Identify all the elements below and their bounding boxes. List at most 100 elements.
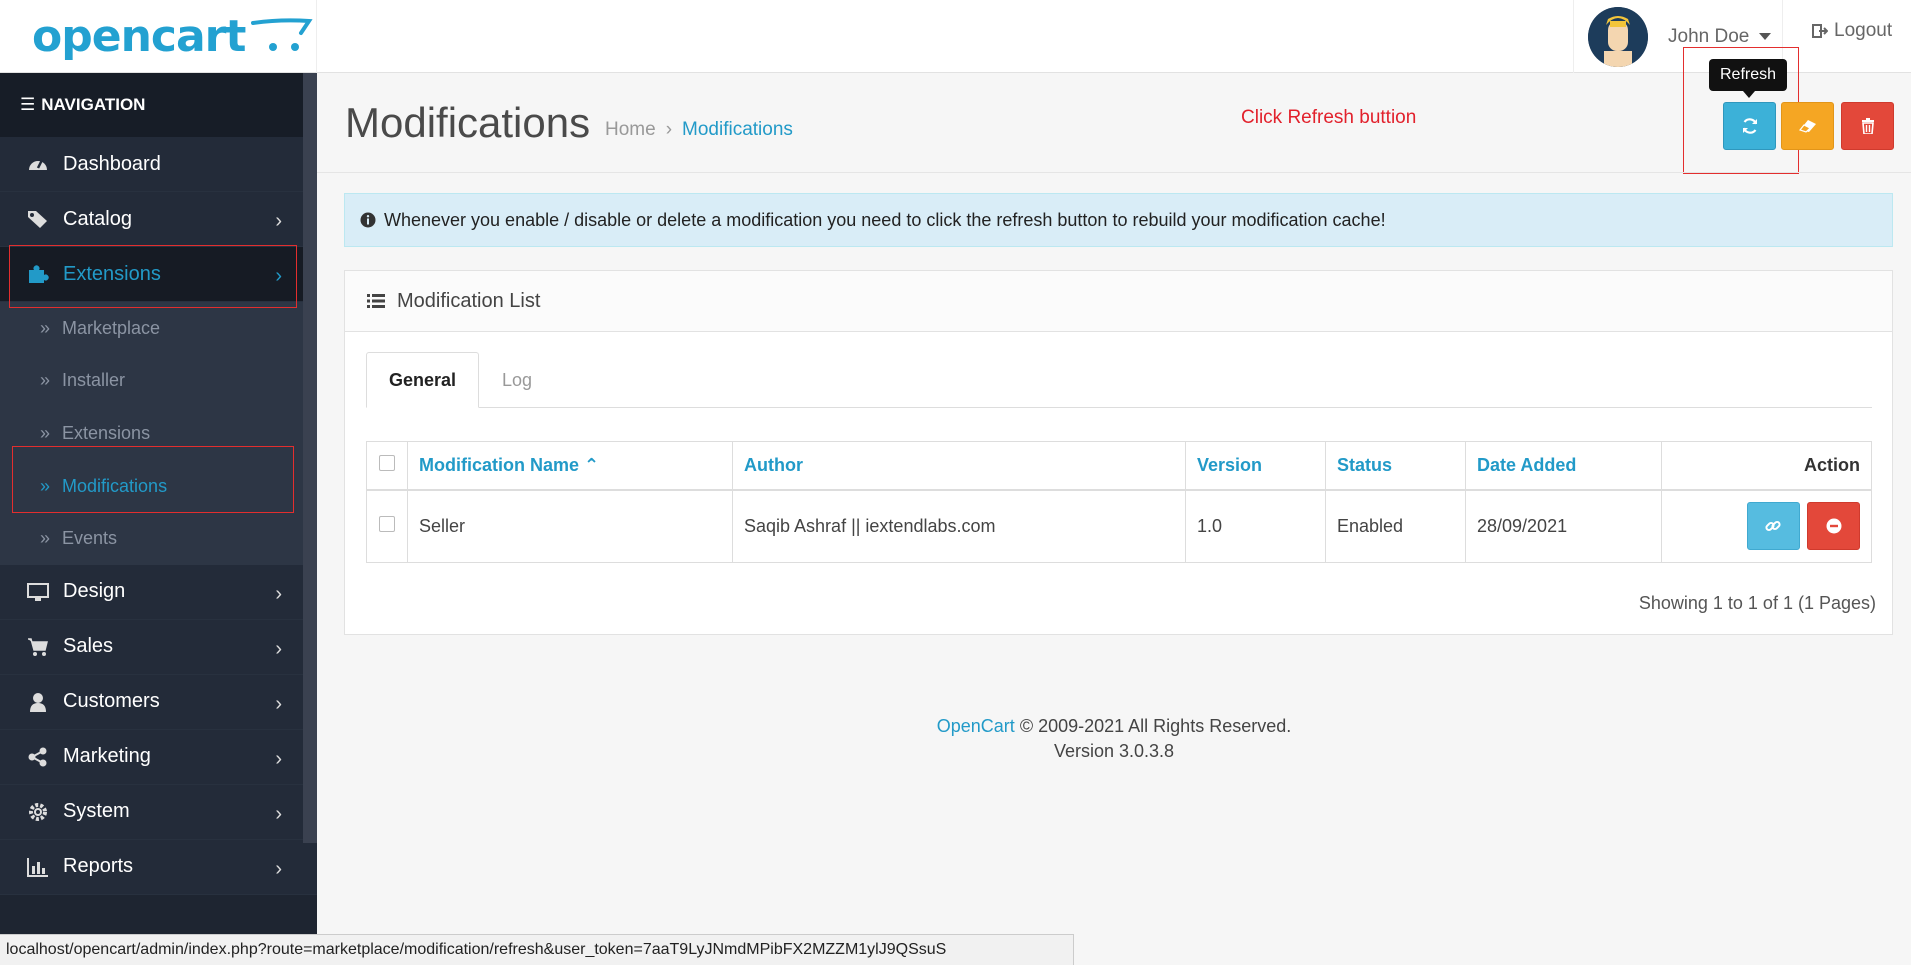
chevron-right-icon: › — [275, 802, 282, 825]
cell-status: Enabled — [1325, 489, 1466, 563]
user-icon — [25, 692, 51, 712]
link-button[interactable] — [1746, 502, 1800, 551]
footer-copyright: © 2009-2021 All Rights Reserved. — [1014, 716, 1292, 736]
row-checkbox[interactable] — [379, 515, 395, 532]
monitor-icon — [25, 582, 51, 602]
cell-version: 1.0 — [1185, 489, 1326, 563]
footer-version: Version 3.0.3.8 — [1053, 741, 1175, 761]
chevron-down-icon — [1759, 33, 1772, 40]
cell-action — [1661, 489, 1872, 563]
double-chevron-icon: » — [40, 370, 51, 391]
link-icon — [1765, 521, 1782, 532]
subitem-label: Marketplace — [62, 317, 161, 338]
page-header: Modifications Home › Modifications Click… — [317, 73, 1911, 173]
info-circle-icon — [360, 212, 376, 228]
avatar — [1588, 6, 1648, 67]
breadcrumb-current[interactable]: Modifications — [682, 119, 793, 141]
sidebar-item-sales[interactable]: Sales › — [0, 619, 317, 675]
info-alert: Whenever you enable / disable or delete … — [344, 193, 1893, 247]
sidebar-item-label: Dashboard — [63, 152, 161, 175]
table-header-row: Modification Name ⌃ Author Version Statu… — [366, 441, 1872, 491]
cell-author: Saqib Ashraf || iextendlabs.com — [732, 489, 1186, 563]
annotation-note: Click Refresh buttion — [1241, 107, 1417, 128]
footer-brand-link[interactable]: OpenCart — [937, 716, 1015, 736]
refresh-button[interactable] — [1723, 102, 1776, 150]
sidebar-subitem-marketplace[interactable]: » Marketplace — [0, 302, 317, 355]
sidebar-subitem-installer[interactable]: » Installer — [0, 355, 317, 408]
dashboard-icon — [25, 154, 51, 174]
sidebar-item-system[interactable]: System › — [0, 784, 317, 840]
browser-status-url: localhost/opencart/admin/index.php?route… — [0, 934, 1074, 965]
breadcrumb-home[interactable]: Home — [605, 119, 656, 141]
sidebar-item-design[interactable]: Design › — [0, 564, 317, 620]
logo[interactable]: opencart — [0, 0, 317, 73]
column-header-name[interactable]: Modification Name ⌃ — [407, 441, 733, 491]
share-icon — [25, 747, 51, 767]
chevron-right-icon: › — [275, 747, 282, 770]
sidebar-item-label: Marketing — [63, 745, 151, 768]
subitem-label: Installer — [62, 370, 126, 391]
sidebar-item-label: Catalog — [63, 207, 132, 230]
column-header-date[interactable]: Date Added — [1465, 441, 1662, 491]
tab-log[interactable]: Log — [479, 352, 555, 408]
cart-logo-icon — [251, 17, 313, 51]
refresh-tooltip: Refresh — [1709, 59, 1787, 91]
sidebar-item-catalog[interactable]: Catalog › — [0, 192, 317, 247]
delete-button[interactable] — [1841, 102, 1894, 150]
sort-up-icon: ⌃ — [584, 454, 600, 475]
sidebar-item-label: System — [63, 800, 130, 823]
highlight-extensions — [9, 245, 297, 308]
extensions-submenu: » Marketplace » Installer » Extensions » Mod… — [0, 302, 317, 565]
sidebar-item-marketing[interactable]: Marketing › — [0, 729, 317, 785]
alert-text: Whenever you enable / disable or delete … — [384, 209, 1386, 230]
tooltip-arrow — [1743, 91, 1755, 98]
gear-icon — [25, 802, 51, 822]
tags-icon — [25, 209, 51, 229]
chevron-right-icon: › — [275, 857, 282, 880]
panel-heading: Modification List — [345, 271, 1892, 332]
column-header-version[interactable]: Version — [1185, 441, 1326, 491]
tab-general[interactable]: General — [366, 352, 479, 408]
chevron-right-icon: › — [275, 637, 282, 660]
subitem-label: Extensions — [62, 422, 151, 443]
page-title: Modifications — [345, 99, 591, 146]
column-header-author[interactable]: Author — [732, 441, 1186, 491]
chevron-right-icon: › — [275, 582, 282, 605]
sign-out-icon — [1812, 24, 1828, 38]
sidebar-item-dashboard[interactable]: Dashboard — [0, 137, 317, 192]
disable-button[interactable] — [1807, 502, 1860, 551]
user-name: John Doe — [1668, 25, 1750, 47]
sidebar-subitem-events[interactable]: » Events — [0, 512, 317, 565]
chevron-right-icon: › — [275, 210, 282, 232]
double-chevron-icon: » — [40, 422, 51, 443]
sidebar-item-reports[interactable]: Reports › — [0, 839, 317, 895]
sidebar-item-label: Sales — [63, 635, 114, 658]
clear-button[interactable] — [1781, 102, 1834, 150]
sidebar-item-customers[interactable]: Customers › — [0, 674, 317, 730]
sidebar-item-label: Customers — [63, 690, 160, 713]
column-header-action: Action — [1661, 441, 1872, 491]
modification-list-panel: Modification List General Log Modificati… — [344, 270, 1893, 635]
select-all-checkbox[interactable] — [379, 454, 395, 471]
breadcrumb-separator: › — [665, 119, 673, 140]
breadcrumb: Home › Modifications — [605, 119, 793, 141]
cart-icon — [25, 637, 51, 657]
pagination-text: Showing 1 to 1 of 1 (1 Pages) — [1638, 593, 1876, 613]
cell-date: 28/09/2021 — [1465, 489, 1662, 563]
footer: OpenCart © 2009-2021 All Rights Reserved… — [317, 714, 1911, 764]
bar-chart-icon — [25, 857, 51, 877]
row-select-cell — [366, 489, 408, 563]
chevron-right-icon: › — [275, 692, 282, 715]
list-icon — [367, 294, 385, 308]
navigation-heading[interactable]: ☰ NAVIGATION — [0, 73, 317, 137]
double-chevron-icon: » — [40, 317, 51, 338]
footer-copyright-line: OpenCart © 2009-2021 All Rights Reserved… — [317, 714, 1911, 739]
logout-label: Logout — [1834, 20, 1893, 41]
modification-table: Modification Name ⌃ Author Version Statu… — [366, 441, 1872, 563]
refresh-icon — [1742, 118, 1757, 134]
navigation-label: NAVIGATION — [41, 95, 146, 114]
select-all-cell — [366, 441, 408, 491]
sidebar-scrollbar[interactable] — [303, 73, 317, 843]
logout-link[interactable]: Logout — [1812, 20, 1892, 42]
column-header-status[interactable]: Status — [1325, 441, 1466, 491]
